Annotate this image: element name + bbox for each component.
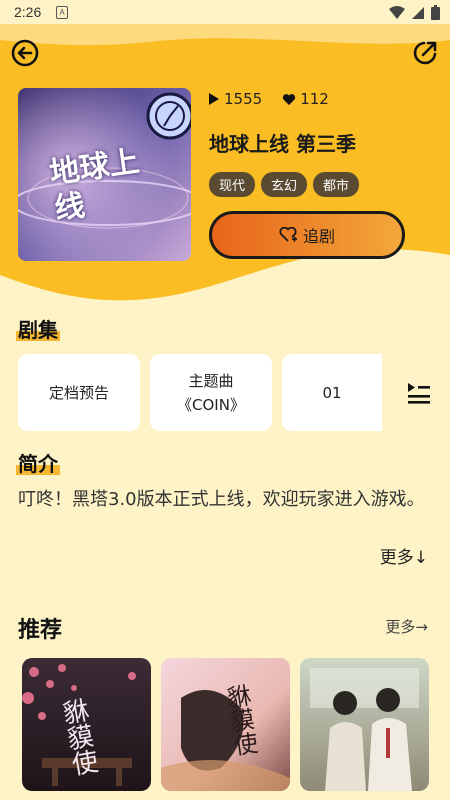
share-icon <box>413 41 437 65</box>
status-bar: 2:26 A <box>0 0 450 24</box>
system-icons <box>389 5 440 20</box>
heart-plus-icon <box>279 227 297 242</box>
recommend-list: 貅貘使 貅貘使 <box>22 658 429 791</box>
tag[interactable]: 都市 <box>313 172 360 197</box>
episode-item[interactable]: 01 <box>282 354 382 431</box>
episode-label: 主题曲 《COIN》 <box>177 371 245 414</box>
intro-title-text: 简介 <box>18 452 58 476</box>
episode-list: 定档预告 主题曲 《COIN》 01 <box>18 354 382 431</box>
tag[interactable]: 玄幻 <box>261 172 308 197</box>
back-button[interactable] <box>10 38 40 68</box>
likes-stat: 112 <box>282 90 329 108</box>
show-title: 地球上线 第三季 <box>209 132 356 156</box>
share-button[interactable] <box>410 38 440 68</box>
episode-list-button[interactable] <box>406 380 432 408</box>
stats-row: 1555 112 <box>208 90 343 108</box>
episodes-section-title: 剧集 <box>16 314 60 343</box>
intro-section-title: 简介 <box>16 448 60 477</box>
tag[interactable]: 现代 <box>209 172 256 197</box>
intro-more-link[interactable]: 更多↓ <box>380 543 428 568</box>
cover-title-text: 地球上线 <box>47 144 142 227</box>
intro-text: 叮咚！黑塔3.0版本正式上线，欢迎玩家进入游戏。 <box>18 489 425 510</box>
playlist-icon <box>408 383 430 404</box>
follow-button[interactable]: 追剧 <box>209 211 405 259</box>
episode-label: 定档预告 <box>48 383 109 402</box>
recommend-item[interactable]: 貅貘使 <box>22 658 151 791</box>
follow-label: 追剧 <box>302 227 335 246</box>
likes-count: 112 <box>300 90 329 108</box>
episode-item[interactable]: 定档预告 <box>18 354 140 431</box>
heart-icon <box>283 93 296 105</box>
episode-item[interactable]: 主题曲 《COIN》 <box>150 354 272 431</box>
plays-count: 1555 <box>224 90 263 108</box>
wifi-icon <box>389 5 405 19</box>
episode-label: 01 <box>322 383 342 402</box>
recommend-section-title: 推荐 <box>18 618 63 643</box>
battery-icon <box>431 5 440 20</box>
signal-icon <box>412 6 424 19</box>
recommend-item[interactable] <box>300 658 429 791</box>
status-time: 2:26 <box>14 4 42 20</box>
episodes-title-text: 剧集 <box>18 318 58 342</box>
plays-stat: 1555 <box>208 90 262 108</box>
tag-list: 现代 玄幻 都市 <box>209 172 360 197</box>
notification-badge: A <box>56 6 68 19</box>
recommend-item[interactable]: 貅貘使 <box>161 658 290 791</box>
arrow-left-icon <box>11 39 39 67</box>
play-icon <box>209 93 219 105</box>
recommend-more-link[interactable]: 更多→ <box>385 616 428 637</box>
cover-image[interactable]: 地球上线 <box>18 88 191 261</box>
